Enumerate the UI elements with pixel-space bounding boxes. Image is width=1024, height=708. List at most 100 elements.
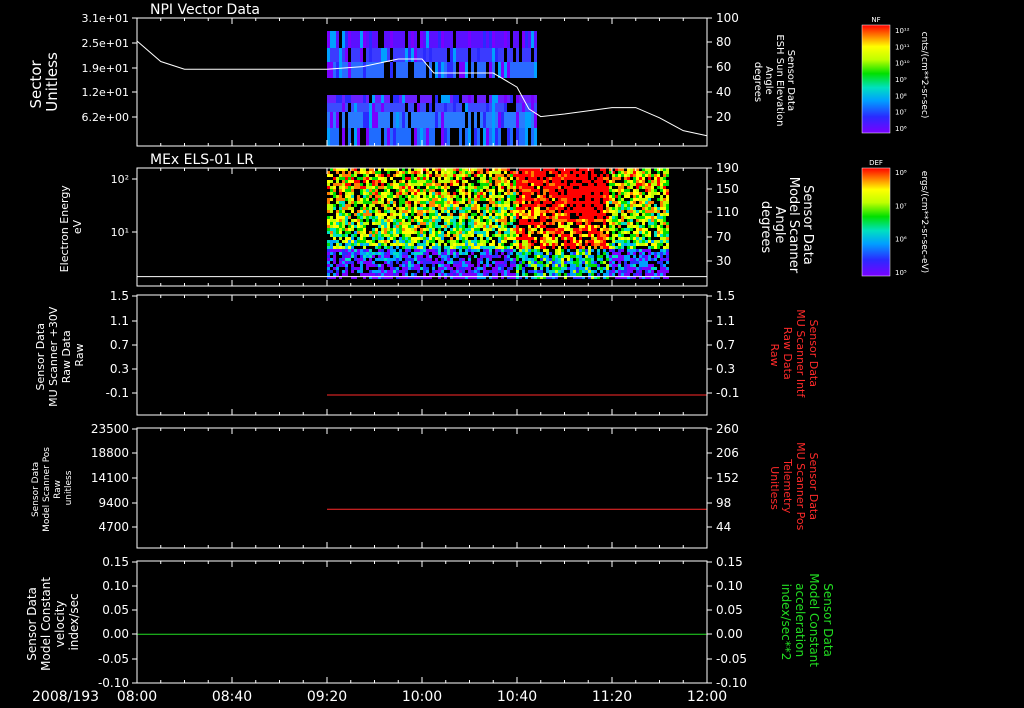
heatmap-cell — [432, 216, 435, 219]
heatmap-cell — [483, 204, 486, 207]
colorbar-2-title: DEF — [869, 159, 883, 167]
panel-mu-scanner-30v: 1.51.10.70.3-0.1 1.51.10.70.3-0.1 Sensor… — [34, 289, 820, 416]
heatmap-cell — [339, 210, 342, 213]
heatmap-cell — [396, 234, 399, 237]
heatmap-cell — [495, 183, 498, 186]
heatmap-cell — [510, 103, 513, 112]
heatmap-cell — [393, 255, 396, 258]
heatmap-cell — [444, 225, 447, 228]
heatmap-cell — [471, 249, 474, 252]
heatmap-cell — [531, 207, 534, 210]
heatmap-cell — [489, 201, 492, 204]
heatmap-cell — [579, 237, 582, 240]
heatmap-cell — [510, 183, 513, 186]
heatmap-cell — [453, 234, 456, 237]
heatmap-cell — [417, 270, 420, 273]
heatmap-cell — [567, 201, 570, 204]
heatmap-cell — [465, 171, 468, 174]
heatmap-cell — [519, 62, 522, 78]
heatmap-cell — [603, 171, 606, 174]
heatmap-cell — [468, 225, 471, 228]
heatmap-cell — [642, 261, 645, 264]
heatmap-cell — [357, 62, 360, 78]
heatmap-cell — [651, 213, 654, 216]
heatmap-cell — [525, 31, 528, 48]
heatmap-cell — [591, 270, 594, 273]
heatmap-cell — [432, 219, 435, 222]
heatmap-cell — [438, 95, 441, 103]
heatmap-cell — [387, 228, 390, 231]
heatmap-cell — [504, 261, 507, 264]
heatmap-cell — [546, 183, 549, 186]
heatmap-cell — [462, 261, 465, 264]
panel-5-right-tick-label-4: -0.05 — [716, 652, 747, 666]
heatmap-cell — [375, 112, 378, 128]
heatmap-cell — [456, 237, 459, 240]
heatmap-cell — [495, 252, 498, 255]
heatmap-cell — [576, 195, 579, 198]
heatmap-cell — [630, 219, 633, 222]
heatmap-cell — [612, 237, 615, 240]
heatmap-cell — [348, 213, 351, 216]
heatmap-cell — [528, 204, 531, 207]
heatmap-cell — [594, 195, 597, 198]
heatmap-cell — [354, 174, 357, 177]
heatmap-cell — [474, 249, 477, 252]
heatmap-cell — [450, 204, 453, 207]
time-tick-label-4: 10:40 — [497, 689, 537, 705]
heatmap-cell — [465, 228, 468, 231]
heatmap-cell — [381, 180, 384, 183]
heatmap-cell — [462, 210, 465, 213]
heatmap-cell — [546, 189, 549, 192]
heatmap-cell — [489, 225, 492, 228]
heatmap-cell — [591, 174, 594, 177]
heatmap-cell — [579, 273, 582, 276]
heatmap-cell — [345, 186, 348, 189]
heatmap-cell — [450, 228, 453, 231]
heatmap-cell — [441, 180, 444, 183]
heatmap-cell — [375, 231, 378, 234]
heatmap-cell — [591, 231, 594, 234]
panel-mex-els: MEx ELS-01 LR 10²10¹ 1901501107030 Elect… — [58, 152, 929, 287]
heatmap-cell — [330, 258, 333, 261]
heatmap-cell — [435, 258, 438, 261]
heatmap-cell — [579, 255, 582, 258]
heatmap-cell — [465, 198, 468, 201]
heatmap-cell — [501, 249, 504, 252]
heatmap-cell — [546, 267, 549, 270]
heatmap-cell — [339, 201, 342, 204]
heatmap-cell — [633, 234, 636, 237]
panel-3-left-tick-label-2: 0.7 — [110, 338, 129, 352]
panel-2-title: MEx ELS-01 LR — [150, 152, 254, 168]
heatmap-cell — [504, 237, 507, 240]
heatmap-cell — [642, 228, 645, 231]
heatmap-cell — [387, 258, 390, 261]
heatmap-cell — [495, 177, 498, 180]
heatmap-cell — [477, 231, 480, 234]
heatmap-cell — [606, 201, 609, 204]
heatmap-cell — [657, 255, 660, 258]
heatmap-cell — [396, 219, 399, 222]
heatmap-cell — [336, 31, 339, 48]
heatmap-cell — [489, 192, 492, 195]
heatmap-cell — [378, 240, 381, 243]
heatmap-cell — [597, 258, 600, 261]
heatmap-cell — [411, 186, 414, 189]
heatmap-cell — [549, 207, 552, 210]
heatmap-cell — [543, 258, 546, 261]
heatmap-cell — [408, 180, 411, 183]
heatmap-cell — [381, 112, 384, 128]
heatmap-cell — [441, 186, 444, 189]
heatmap-cell — [630, 261, 633, 264]
heatmap-cell — [540, 237, 543, 240]
heatmap-cell — [459, 62, 462, 78]
heatmap-cell — [480, 258, 483, 261]
heatmap-cell — [549, 273, 552, 276]
heatmap-cell — [357, 216, 360, 219]
heatmap-cell — [663, 180, 666, 183]
heatmap-cell — [603, 201, 606, 204]
panel-2-right-label: Sensor Data Model Scanner Angle degrees — [758, 177, 815, 278]
heatmap-cell — [480, 195, 483, 198]
heatmap-cell — [591, 261, 594, 264]
heatmap-cell — [423, 261, 426, 264]
